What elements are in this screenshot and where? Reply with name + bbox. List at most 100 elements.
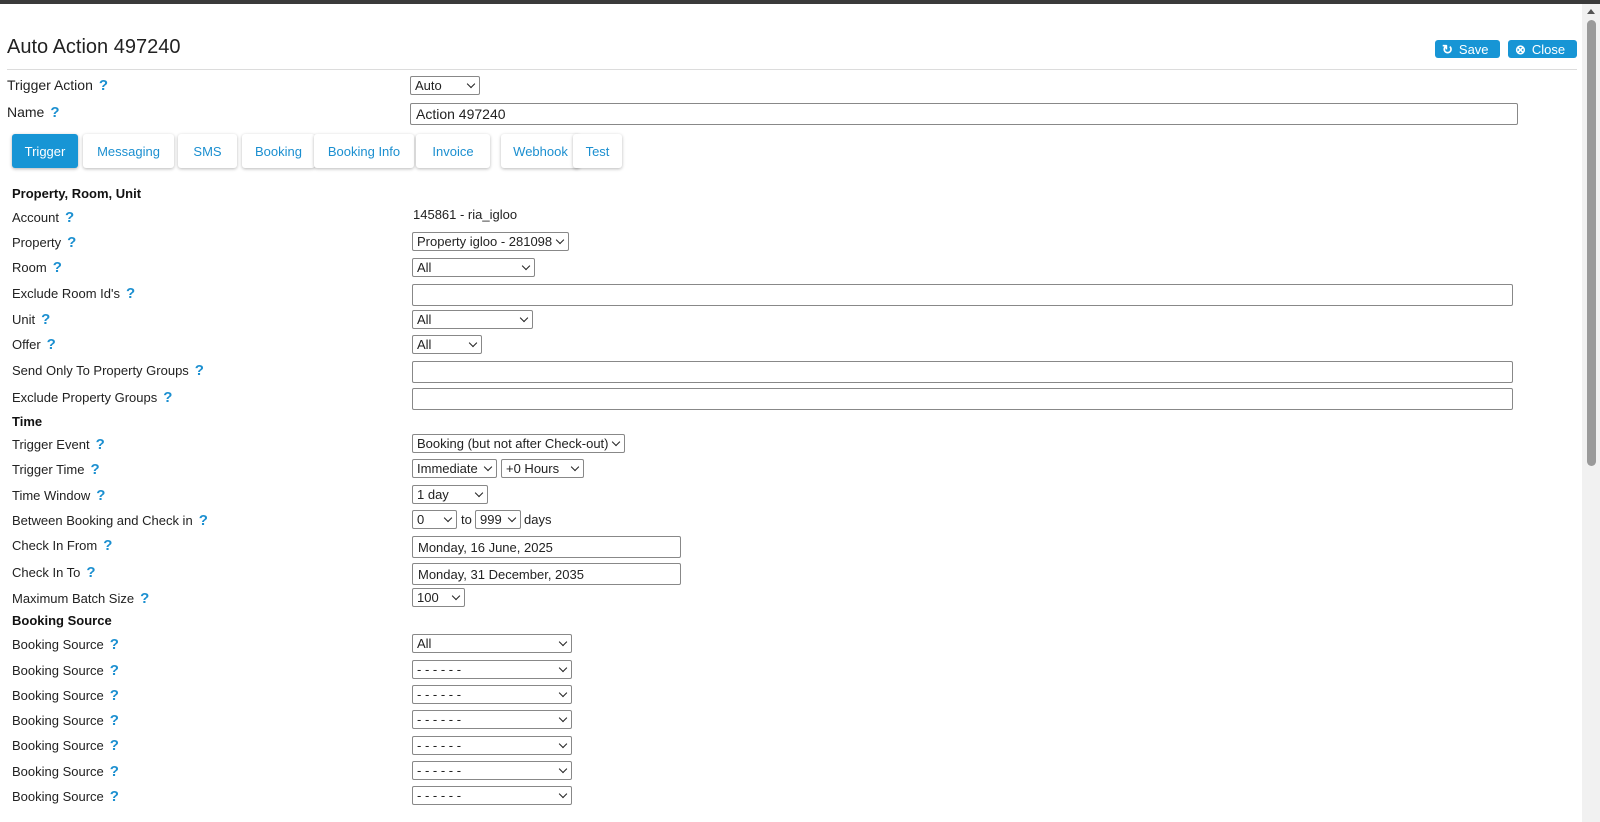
name-input[interactable]: Action 497240 [410, 103, 1518, 125]
max-batch-size-label: Maximum Batch Size? [12, 590, 150, 607]
offer-select[interactable]: All [412, 335, 482, 354]
booking-source-select[interactable]: - - - - - - [412, 736, 572, 755]
tab-booking-info[interactable]: Booking Info [314, 134, 414, 168]
chevron-down-icon [570, 462, 580, 472]
tab-webhook[interactable]: Webhook [501, 134, 580, 168]
between-from-select[interactable]: 0 [412, 510, 457, 529]
exclude-room-input[interactable] [412, 284, 1513, 306]
help-icon[interactable]: ? [103, 537, 112, 554]
help-icon[interactable]: ? [99, 77, 108, 94]
booking-source-select[interactable]: - - - - - - [412, 660, 572, 679]
booking-source-label: Booking Source? [12, 712, 119, 729]
between-to-select[interactable]: 999 [475, 510, 521, 529]
help-icon[interactable]: ? [47, 336, 56, 353]
booking-source-label: Booking Source? [12, 788, 119, 805]
tab-sms[interactable]: SMS [178, 134, 237, 168]
help-icon[interactable]: ? [90, 461, 99, 478]
help-icon[interactable]: ? [140, 590, 149, 607]
booking-source-select[interactable]: - - - - - - [412, 685, 572, 704]
section-heading-booking-source: Booking Source [12, 613, 112, 628]
exclude-groups-input[interactable] [412, 388, 1513, 410]
between-unit: days [524, 512, 552, 527]
help-icon[interactable]: ? [110, 763, 119, 780]
help-icon[interactable]: ? [96, 436, 105, 453]
exclude-groups-label: Exclude Property Groups? [12, 389, 173, 406]
help-icon[interactable]: ? [50, 104, 59, 121]
help-icon[interactable]: ? [195, 362, 204, 379]
vertical-scrollbar[interactable] [1582, 4, 1600, 822]
title-divider [7, 69, 1577, 70]
trigger-event-label: Trigger Event? [12, 436, 105, 453]
trigger-time-select[interactable]: Immediate [412, 459, 497, 478]
help-icon[interactable]: ? [41, 311, 50, 328]
unit-select[interactable]: All [412, 310, 533, 329]
tab-trigger[interactable]: Trigger [12, 134, 78, 168]
tab-invoice[interactable]: Invoice [416, 134, 490, 168]
help-icon[interactable]: ? [163, 389, 172, 406]
time-window-label: Time Window? [12, 487, 106, 504]
help-icon[interactable]: ? [110, 712, 119, 729]
trigger-action-label: Trigger Action? [7, 77, 109, 94]
help-icon[interactable]: ? [110, 788, 119, 805]
booking-source-select[interactable]: All [412, 634, 572, 653]
tab-booking[interactable]: Booking [242, 134, 315, 168]
help-icon[interactable]: ? [53, 259, 62, 276]
max-batch-size-select[interactable]: 100 [412, 588, 465, 607]
chevron-down-icon [558, 789, 568, 799]
chevron-down-icon [558, 739, 568, 749]
help-icon[interactable]: ? [86, 564, 95, 581]
room-select[interactable]: All [412, 258, 535, 277]
help-icon[interactable]: ? [65, 209, 74, 226]
help-icon[interactable]: ? [110, 662, 119, 679]
help-icon[interactable]: ? [110, 636, 119, 653]
chevron-down-icon [521, 261, 531, 271]
booking-source-select[interactable]: - - - - - - [412, 710, 572, 729]
between-to-word: to [461, 512, 472, 527]
close-button-label: Close [1531, 41, 1566, 57]
help-icon[interactable]: ? [67, 234, 76, 251]
booking-source-label: Booking Source? [12, 662, 119, 679]
help-icon[interactable]: ? [96, 487, 105, 504]
trigger-time-label: Trigger Time? [12, 461, 100, 478]
chevron-down-icon [558, 688, 568, 698]
help-icon[interactable]: ? [126, 285, 135, 302]
chevron-down-icon [443, 513, 453, 523]
refresh-icon: ↻ [1442, 41, 1453, 57]
chevron-down-icon [451, 591, 461, 601]
chevron-down-icon [507, 513, 517, 523]
booking-source-select[interactable]: - - - - - - [412, 786, 572, 805]
property-label: Property? [12, 234, 77, 251]
help-icon[interactable]: ? [110, 687, 119, 704]
checkin-from-input[interactable]: Monday, 16 June, 2025 [412, 536, 681, 558]
offer-label: Offer? [12, 336, 56, 353]
chevron-down-icon [611, 437, 621, 447]
scroll-up-arrow-icon[interactable] [1587, 9, 1595, 14]
help-icon[interactable]: ? [199, 512, 208, 529]
page-title: Auto Action 497240 [7, 36, 181, 58]
chevron-down-icon [474, 488, 484, 498]
trigger-event-select[interactable]: Booking (but not after Check-out) [412, 434, 625, 453]
trigger-time-offset-select[interactable]: +0 Hours [501, 459, 584, 478]
checkin-to-input[interactable]: Monday, 31 December, 2035 [412, 563, 681, 585]
section-heading-property: Property, Room, Unit [12, 186, 142, 201]
help-icon[interactable]: ? [110, 737, 119, 754]
close-button[interactable]: ⊗ Close [1508, 40, 1577, 58]
section-heading-time: Time [12, 414, 43, 429]
trigger-action-select[interactable]: Auto [410, 76, 480, 95]
time-window-select[interactable]: 1 day [412, 485, 488, 504]
save-button-label: Save [1458, 41, 1489, 57]
save-button[interactable]: ↻ Save [1435, 40, 1500, 58]
tab-messaging[interactable]: Messaging [83, 134, 174, 168]
checkin-from-label: Check In From? [12, 537, 113, 554]
exclude-room-label: Exclude Room Id's? [12, 285, 136, 302]
account-value: 145861 - ria_igloo [413, 207, 518, 222]
booking-source-label: Booking Source? [12, 687, 119, 704]
send-only-groups-input[interactable] [412, 361, 1513, 383]
property-select[interactable]: Property igloo - 281098 [412, 232, 569, 251]
account-label: Account? [12, 209, 75, 226]
tab-test[interactable]: Test [573, 134, 622, 168]
booking-source-select[interactable]: - - - - - - [412, 761, 572, 780]
name-label: Name? [7, 104, 60, 121]
chevron-down-icon [558, 764, 568, 774]
scrollbar-thumb[interactable] [1587, 20, 1596, 466]
